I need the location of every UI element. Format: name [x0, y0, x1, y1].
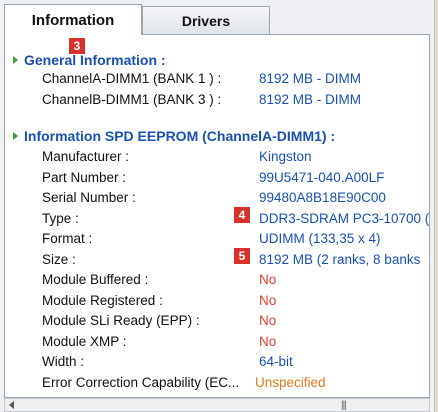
annotation-marker-5: 5 [234, 248, 250, 264]
spd-row-value: UDIMM (133,35 x 4) [259, 231, 381, 246]
spd-row: Module XMP : No [5, 333, 429, 352]
spd-row-value: 99U5471-040.A00LF [259, 169, 385, 185]
spd-eeprom-title: Information SPD EEPROM (ChannelA-DIMM1) … [24, 128, 336, 144]
spd-row: Module Buffered : No [5, 272, 429, 290]
spd-row-label: Width : [42, 354, 85, 369]
spd-row-value: 8192 MB (2 ranks, 8 banks [259, 251, 421, 267]
spd-row-value: DDR3-SDRAM PC3-10700 ( [259, 210, 430, 226]
spd-row-label: Module XMP : [42, 333, 127, 349]
spd-row-label: Size : [42, 251, 76, 267]
scroll-left-arrow-icon[interactable] [9, 401, 14, 409]
spd-row: Size : 8192 MB (2 ranks, 8 banks [5, 251, 429, 270]
general-row-value: 8192 MB - DIMM [259, 92, 362, 107]
spd-row-value: No [259, 292, 277, 308]
spd-row: Module SLi Ready (EPP) : No [5, 313, 429, 331]
spd-row-label: Format : [42, 231, 93, 246]
spd-row-value: Kingston [259, 149, 312, 164]
spd-row: Width : 64-bit [5, 354, 429, 372]
general-information-title: General Information : [24, 52, 166, 68]
general-row: ChannelB-DIMM1 (BANK 3 ) : 8192 MB - DIM… [5, 92, 429, 110]
spd-row-label: Error Correction Capability (EC... [42, 374, 240, 390]
spd-row-value: No [259, 333, 277, 349]
spd-row-label: Module SLi Ready (EPP) : [42, 313, 200, 328]
spd-row-label: Serial Number : [42, 190, 136, 205]
spd-eeprom-header[interactable]: Information SPD EEPROM (ChannelA-DIMM1) … [13, 128, 335, 144]
memory-info-window: Information Drivers 3 General Informatio… [0, 0, 435, 412]
tab-information[interactable]: Information [4, 4, 142, 35]
spd-row: Type : DDR3-SDRAM PC3-10700 ( [5, 210, 430, 229]
spd-row-label: Type : [42, 210, 79, 226]
general-row-value: 8192 MB - DIMM [259, 71, 362, 86]
general-row-label: ChannelA-DIMM1 (BANK 1 ) : [42, 71, 222, 86]
spd-row: Serial Number : 99480A8B18E90C00 [5, 190, 429, 208]
expand-arrow-icon [13, 132, 18, 141]
spd-row-label: Module Registered : [42, 292, 163, 308]
general-information-header[interactable]: General Information : [13, 52, 166, 68]
horizontal-scrollbar[interactable]: ||| [4, 398, 430, 412]
spd-row: Error Correction Capability (EC... Unspec… [5, 374, 429, 393]
spd-row: Format : UDIMM (133,35 x 4) [5, 231, 429, 249]
spd-row-value: 64-bit [259, 354, 293, 369]
spd-row-value: No [259, 313, 277, 328]
expand-arrow-icon [13, 56, 18, 65]
spd-row-value: 99480A8B18E90C00 [259, 190, 386, 205]
spd-row-label: Manufacturer : [42, 149, 130, 164]
spd-row: Part Number : 99U5471-040.A00LF [5, 169, 429, 188]
spd-row: Manufacturer : Kingston [5, 149, 429, 167]
information-panel: 3 General Information : ChannelA-DIMM1 (… [4, 34, 430, 398]
tab-bar: Information Drivers [0, 0, 434, 35]
spd-row-label: Part Number : [42, 169, 127, 185]
general-row-label: ChannelB-DIMM1 (BANK 3 ) : [42, 92, 222, 107]
tab-drivers[interactable]: Drivers [142, 6, 270, 34]
spd-row-value: No [259, 272, 277, 287]
annotation-marker-4: 4 [234, 207, 250, 223]
spd-row-label: Module Buffered : [42, 272, 149, 287]
spd-row-value: Unspecified [255, 374, 326, 390]
general-row: ChannelA-DIMM1 (BANK 1 ) : 8192 MB - DIM… [5, 71, 429, 89]
scroll-grip-icon[interactable]: ||| [341, 400, 347, 411]
spd-row: Module Registered : No [5, 292, 429, 311]
